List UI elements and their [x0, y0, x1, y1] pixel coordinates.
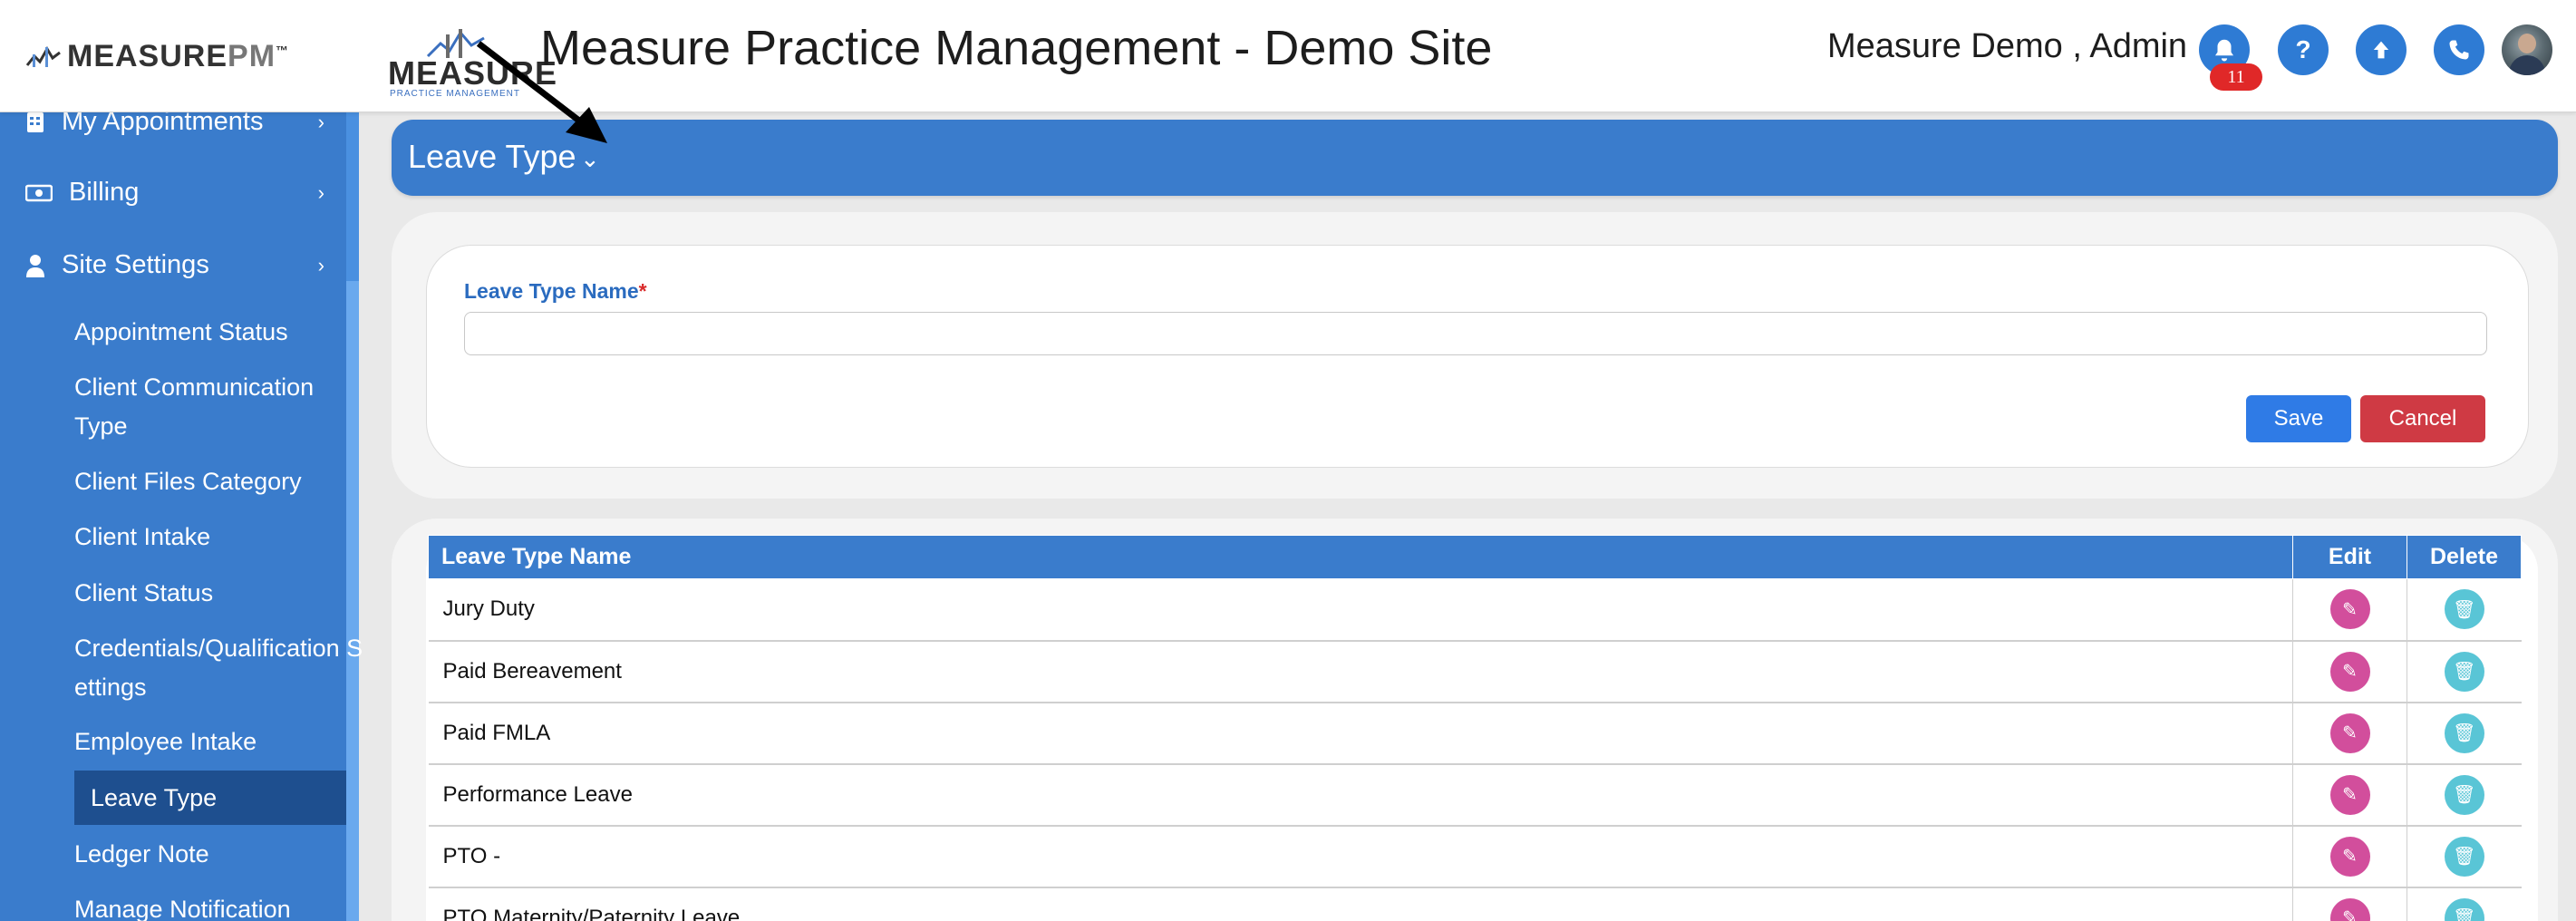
- edit-pencil-icon[interactable]: ✎: [2329, 713, 2370, 753]
- brand-logo[interactable]: MEASUREPM™: [25, 38, 289, 74]
- table-row: PTO - ✎ 🗑: [428, 825, 2522, 888]
- sidebar-sub-leave-type[interactable]: Leave Type: [74, 771, 346, 825]
- delete-trash-icon[interactable]: 🗑: [2444, 836, 2484, 877]
- page-title: Measure Practice Management - Demo Site: [540, 21, 1493, 75]
- sidebar-sub-label: Credentials/Qualification Settings: [74, 635, 363, 701]
- leave-type-name-label: Leave Type Name*: [464, 279, 647, 303]
- save-button[interactable]: Save: [2246, 395, 2351, 442]
- sidebar-item-label: Site Settings: [62, 250, 209, 279]
- edit-pencil-icon[interactable]: ✎: [2329, 589, 2370, 630]
- sidebar-sub-manage-notification[interactable]: Manage Notification: [74, 890, 346, 921]
- table-row: Jury Duty ✎ 🗑: [428, 578, 2522, 642]
- leave-type-name-cell: Paid FMLA: [428, 702, 2293, 765]
- column-header-name[interactable]: Leave Type Name: [428, 535, 2293, 579]
- delete-trash-icon[interactable]: 🗑: [2444, 897, 2484, 921]
- sidebar-item-billing[interactable]: Billing ›: [25, 178, 324, 208]
- sidebar-sub-client-communication-type[interactable]: Client Communication Type: [74, 368, 346, 446]
- column-header-edit: Edit: [2292, 535, 2407, 579]
- calendar-icon: [27, 111, 44, 132]
- edit-pencil-icon[interactable]: ✎: [2329, 774, 2370, 815]
- sidebar-sub-client-status[interactable]: Client Status: [74, 574, 346, 613]
- sidebar-item-label: Billing: [69, 178, 140, 207]
- leave-type-name-cell: Paid Bereavement: [428, 640, 2293, 703]
- chevron-down-icon[interactable]: ⌄: [580, 145, 600, 173]
- edit-pencil-icon[interactable]: ✎: [2329, 651, 2370, 692]
- leave-type-name-cell: PTO Maternity/Paternity Leave: [428, 887, 2293, 921]
- column-header-delete: Delete: [2407, 535, 2522, 579]
- annotation-arrow-icon: [476, 41, 607, 143]
- sidebar-sub-ledger-note[interactable]: Ledger Note: [74, 835, 346, 874]
- cancel-button[interactable]: Cancel: [2360, 395, 2485, 442]
- leave-type-name-cell: Jury Duty: [428, 578, 2293, 642]
- edit-pencil-icon[interactable]: ✎: [2329, 897, 2370, 921]
- money-icon: [25, 184, 53, 201]
- delete-trash-icon[interactable]: 🗑: [2444, 774, 2484, 815]
- leave-type-name-cell: PTO -: [428, 825, 2293, 888]
- chevron-right-icon: ›: [317, 180, 324, 204]
- sidebar-sub-appointment-status[interactable]: Appointment Status: [74, 313, 346, 352]
- delete-trash-icon[interactable]: 🗑: [2444, 589, 2484, 630]
- sidebar-sub-client-files-category[interactable]: Client Files Category: [74, 462, 346, 501]
- table-row: PTO Maternity/Paternity Leave ✎ 🗑: [428, 887, 2522, 921]
- chevron-right-icon: ›: [317, 110, 324, 133]
- sidebar-item-site-settings[interactable]: Site Settings ›: [25, 250, 324, 280]
- sidebar-scrollbar-thumb[interactable]: [346, 281, 359, 921]
- chevron-right-icon: ›: [317, 253, 324, 276]
- user-avatar[interactable]: [2502, 24, 2552, 75]
- delete-trash-icon[interactable]: 🗑: [2444, 713, 2484, 753]
- sidebar-sub-client-intake[interactable]: Client Intake: [74, 518, 346, 557]
- upload-icon[interactable]: [2356, 24, 2407, 75]
- sidebar-sub-credentials[interactable]: Credentials/Qualification Settings: [74, 629, 363, 707]
- delete-trash-icon[interactable]: 🗑: [2444, 651, 2484, 692]
- phone-icon[interactable]: [2434, 24, 2484, 75]
- brand-name: MEASUREPM™: [67, 38, 290, 73]
- leave-type-name-cell: Performance Leave: [428, 763, 2293, 827]
- leave-type-name-input[interactable]: [464, 312, 2487, 355]
- table-row: Paid Bereavement ✎ 🗑: [428, 640, 2522, 703]
- leave-type-table: Leave Type Name Edit Delete Jury Duty ✎ …: [428, 535, 2522, 921]
- user-icon: [26, 254, 44, 277]
- form-card: [426, 245, 2529, 468]
- help-icon[interactable]: ?: [2278, 24, 2329, 75]
- brand-chart-icon: [25, 46, 61, 67]
- sidebar-sub-employee-intake[interactable]: Employee Intake: [74, 722, 346, 761]
- table-row: Performance Leave ✎ 🗑: [428, 763, 2522, 827]
- leave-type-panel-header[interactable]: Leave Type ⌄: [392, 120, 2558, 196]
- notification-count-badge[interactable]: 11: [2210, 63, 2262, 91]
- top-header: MEASUREPM™ MEASURE PRACTICE MANAGEMENT M…: [0, 0, 2576, 112]
- edit-pencil-icon[interactable]: ✎: [2329, 836, 2370, 877]
- user-name[interactable]: Measure Demo , Admin: [1827, 27, 2187, 66]
- table-row: Paid FMLA ✎ 🗑: [428, 702, 2522, 765]
